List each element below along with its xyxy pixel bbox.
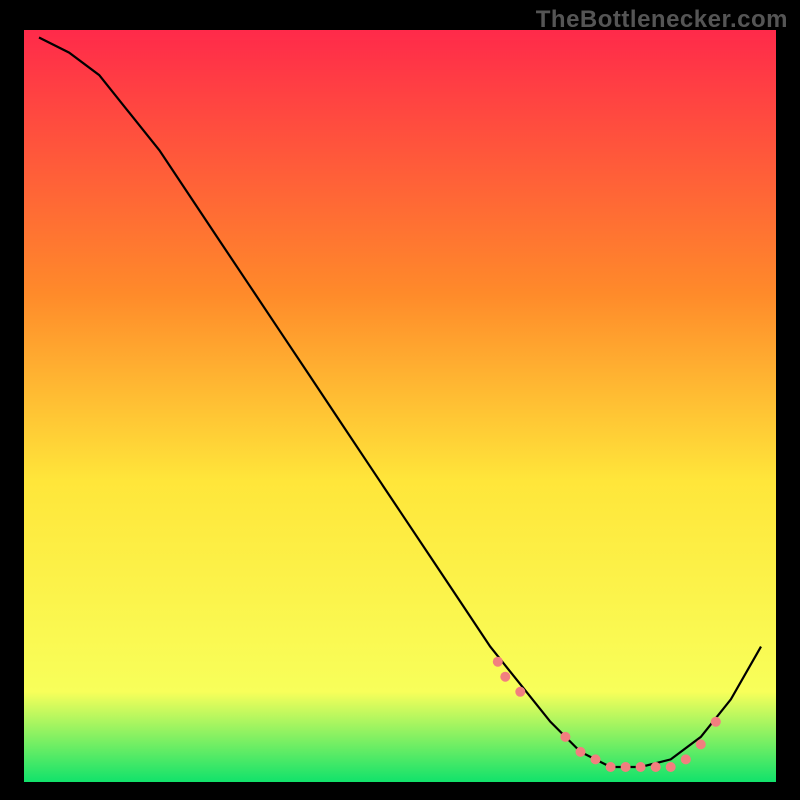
data-point — [500, 672, 510, 682]
data-point — [636, 762, 646, 772]
data-point — [621, 762, 631, 772]
data-point — [493, 657, 503, 667]
watermark-text: TheBottlenecker.com — [536, 6, 788, 34]
data-point — [591, 754, 601, 764]
data-point — [515, 687, 525, 697]
data-point — [576, 747, 586, 757]
chart-svg — [24, 30, 776, 782]
data-point — [651, 762, 661, 772]
data-point — [681, 754, 691, 764]
data-point — [606, 762, 616, 772]
plot-area — [24, 30, 776, 782]
data-point — [666, 762, 676, 772]
chart-container: TheBottlenecker.com — [0, 0, 800, 800]
data-point — [711, 717, 721, 727]
data-point — [696, 739, 706, 749]
data-point — [560, 732, 570, 742]
gradient-background — [24, 30, 776, 782]
